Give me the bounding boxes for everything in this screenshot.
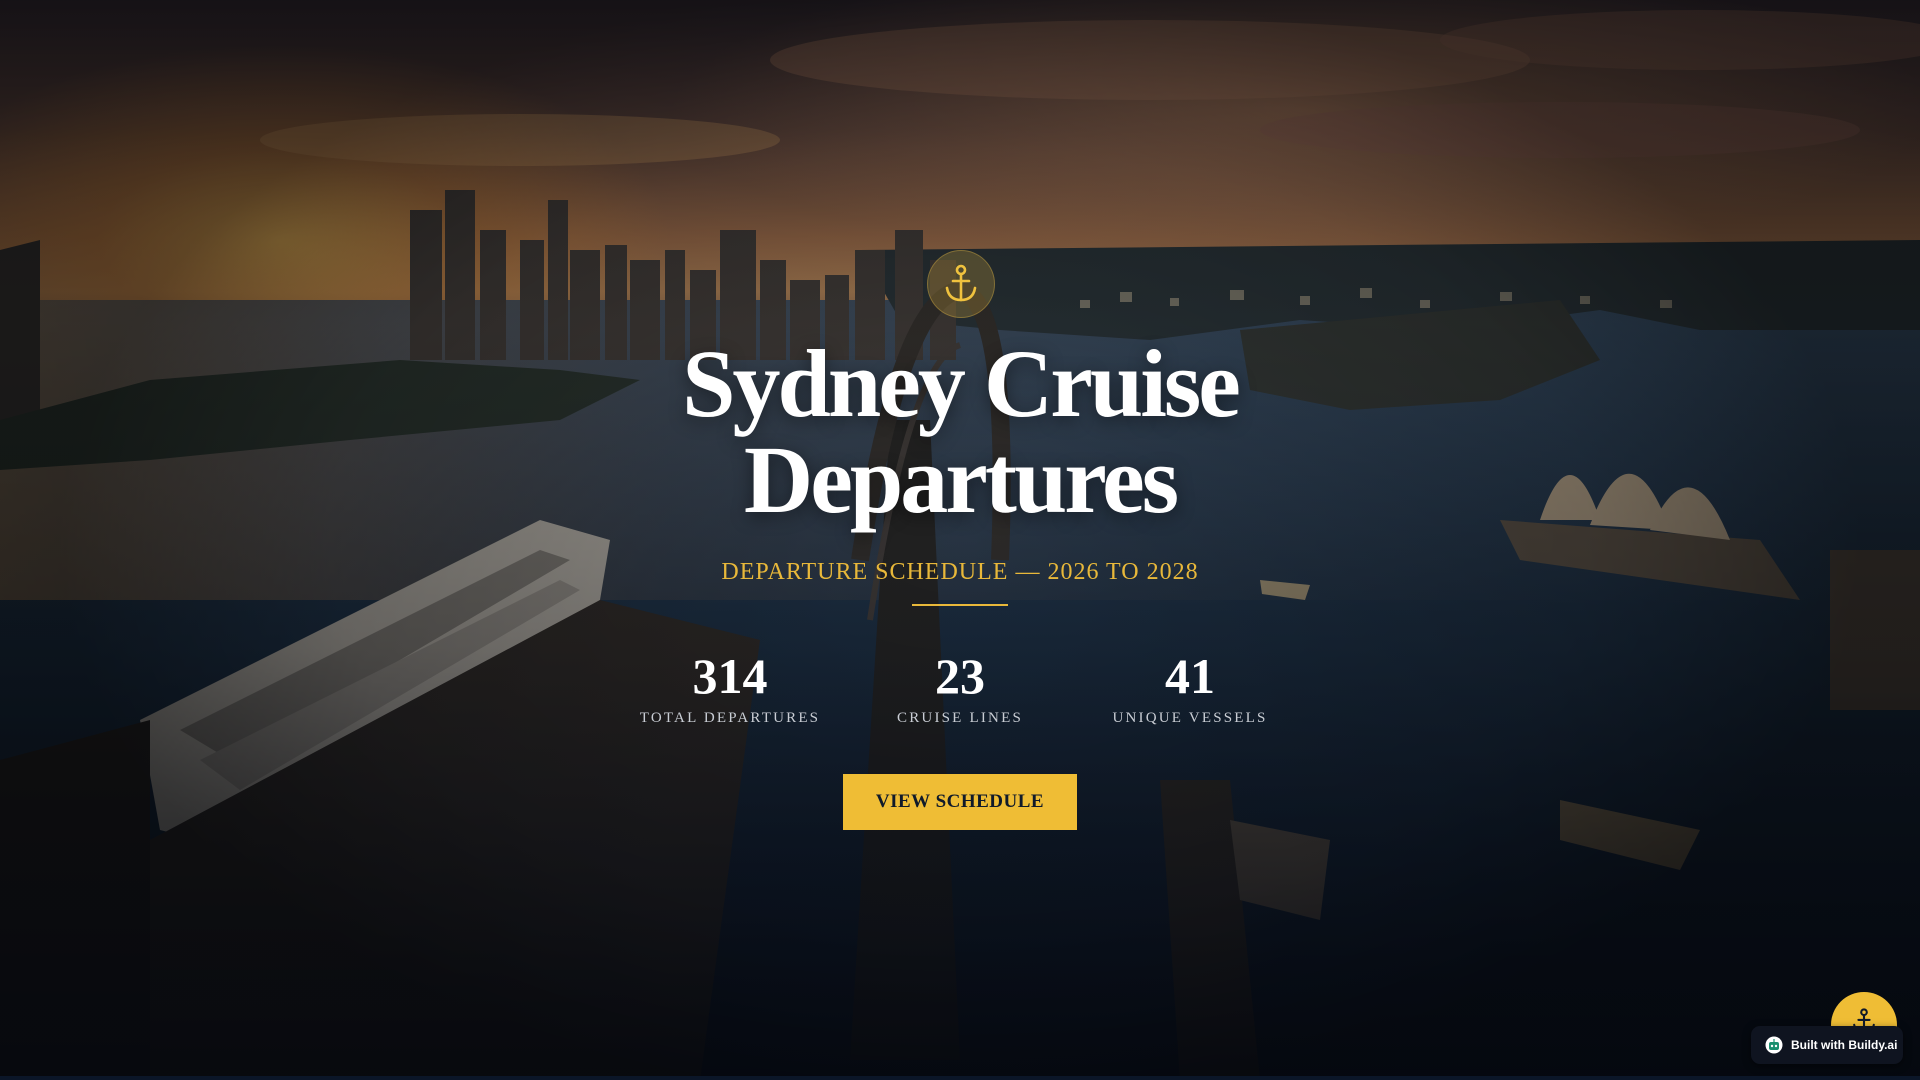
- page-title: Sydney Cruise Departures: [682, 330, 1241, 533]
- divider: [912, 604, 1008, 606]
- stat-unique-vessels: 41 UNIQUE VESSELS: [1090, 648, 1290, 727]
- view-schedule-button[interactable]: VIEW SCHEDULE: [843, 774, 1077, 830]
- built-with-label: Built with Buildy.ai: [1791, 1038, 1898, 1052]
- hero-section: Sydney Cruise Departures DEPARTURE SCHED…: [0, 0, 1920, 1080]
- stat-total-departures: 314 TOTAL DEPARTURES: [630, 648, 830, 727]
- built-with-badge[interactable]: Built with Buildy.ai: [1751, 1026, 1903, 1064]
- stat-label: TOTAL DEPARTURES: [639, 710, 821, 726]
- anchor-icon: [927, 250, 995, 318]
- stat-value: 314: [692, 648, 768, 704]
- stat-value: 23: [935, 648, 985, 704]
- stat-label: CRUISE LINES: [897, 710, 1023, 726]
- page-subtitle: DEPARTURE SCHEDULE — 2026 TO 2028: [721, 559, 1199, 585]
- stat-label: UNIQUE VESSELS: [1112, 710, 1268, 726]
- stat-cruise-lines: 23 CRUISE LINES: [860, 648, 1060, 727]
- hero-content: Sydney Cruise Departures DEPARTURE SCHED…: [0, 0, 1920, 1080]
- stat-value: 41: [1165, 648, 1215, 704]
- robot-icon: [1765, 1036, 1783, 1054]
